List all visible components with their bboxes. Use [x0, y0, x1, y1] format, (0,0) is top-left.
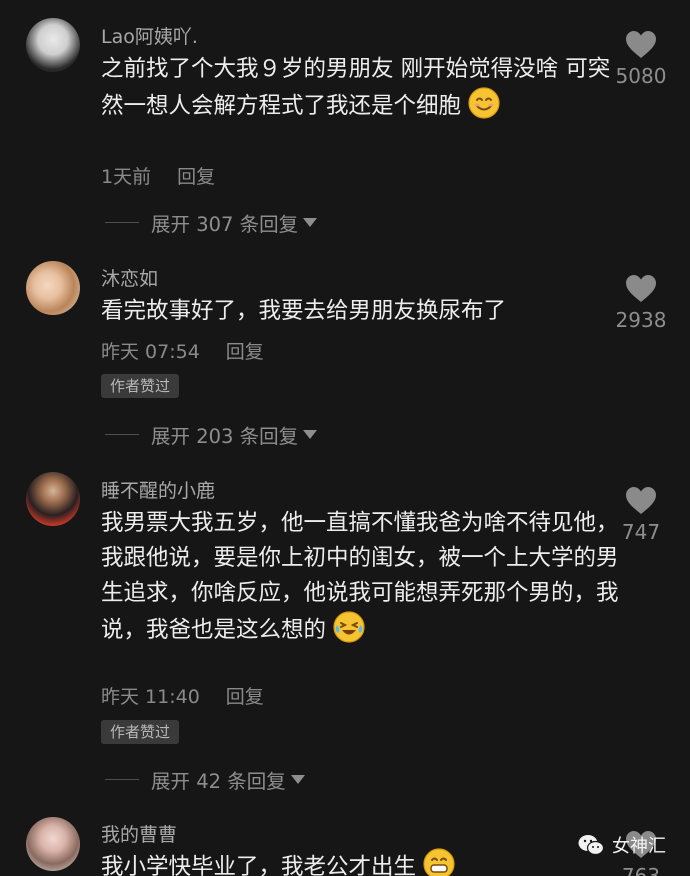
username[interactable]: 我的曹曹 — [101, 820, 177, 847]
divider-line — [105, 222, 139, 223]
heart-icon[interactable] — [625, 486, 657, 516]
smile-emoji-icon — [468, 87, 500, 119]
avatar[interactable] — [26, 18, 80, 72]
chevron-down-icon — [303, 430, 318, 439]
avatar[interactable] — [26, 261, 80, 315]
like-count: 2938 — [615, 308, 667, 332]
username[interactable]: 睡不醒的小鹿 — [101, 476, 215, 503]
chevron-down-icon — [290, 775, 305, 784]
username[interactable]: Lao阿姨吖. — [101, 22, 198, 49]
author-liked-badge: 作者赞过 — [101, 374, 180, 398]
expand-replies-label[interactable]: 展开 307 条回复 — [151, 208, 298, 237]
chevron-down-icon — [303, 218, 318, 227]
comment-time: 1天前 — [101, 166, 152, 188]
avatar[interactable] — [26, 472, 80, 526]
heart-icon[interactable] — [625, 30, 657, 60]
divider-line — [105, 779, 139, 780]
comment-text: 我小学快毕业了，我老公才出生 — [101, 848, 611, 876]
like-count: 747 — [621, 520, 661, 544]
expand-replies[interactable]: 展开 42 条回复 — [105, 765, 305, 794]
reply-button[interactable]: 回复 — [177, 166, 215, 188]
username[interactable]: 沐恋如 — [101, 264, 158, 291]
like-count: 763 — [621, 864, 661, 876]
reply-button[interactable]: 回复 — [226, 341, 264, 363]
expand-replies[interactable]: 展开 203 条回复 — [105, 420, 318, 449]
comment-meta: 昨天 07:54 回复 — [101, 337, 264, 364]
comment-text: 看完故事好了，我要去给男朋友换尿布了 — [101, 298, 507, 324]
watermark-label: 女神汇 — [612, 836, 666, 857]
comment-meta: 1天前 回复 — [101, 162, 215, 189]
reply-button[interactable]: 回复 — [226, 686, 264, 708]
expand-replies-label[interactable]: 展开 203 条回复 — [151, 420, 298, 449]
wechat-icon — [578, 835, 604, 856]
comment-text: 之前找了个大我９岁的男朋友 刚开始觉得没啥 可突然一想人会解方程式了我还是个细胞 — [101, 56, 611, 119]
heart-icon[interactable] — [625, 274, 657, 304]
like-button[interactable]: 2938 — [606, 274, 676, 332]
laugh-cry-emoji-icon — [333, 611, 365, 643]
comment-text: 我男票大我五岁，他一直搞不懂我爸为啥不待见他，我跟他说，要是你上初中的闺女，被一… — [101, 510, 619, 643]
watermark: 女神汇 — [578, 832, 666, 858]
like-count: 5080 — [615, 64, 667, 88]
comment-time: 昨天 11:40 — [101, 686, 200, 708]
comment-time: 昨天 07:54 — [101, 341, 200, 363]
like-button[interactable]: 747 — [606, 486, 676, 544]
comment-meta: 昨天 11:40 回复 — [101, 682, 264, 709]
like-button[interactable]: 5080 — [606, 30, 676, 88]
author-liked-badge: 作者赞过 — [101, 720, 180, 744]
expand-replies-label[interactable]: 展开 42 条回复 — [151, 765, 286, 794]
grin-emoji-icon — [423, 848, 455, 876]
divider-line — [105, 434, 139, 435]
expand-replies[interactable]: 展开 307 条回复 — [105, 208, 318, 237]
avatar[interactable] — [26, 817, 80, 871]
